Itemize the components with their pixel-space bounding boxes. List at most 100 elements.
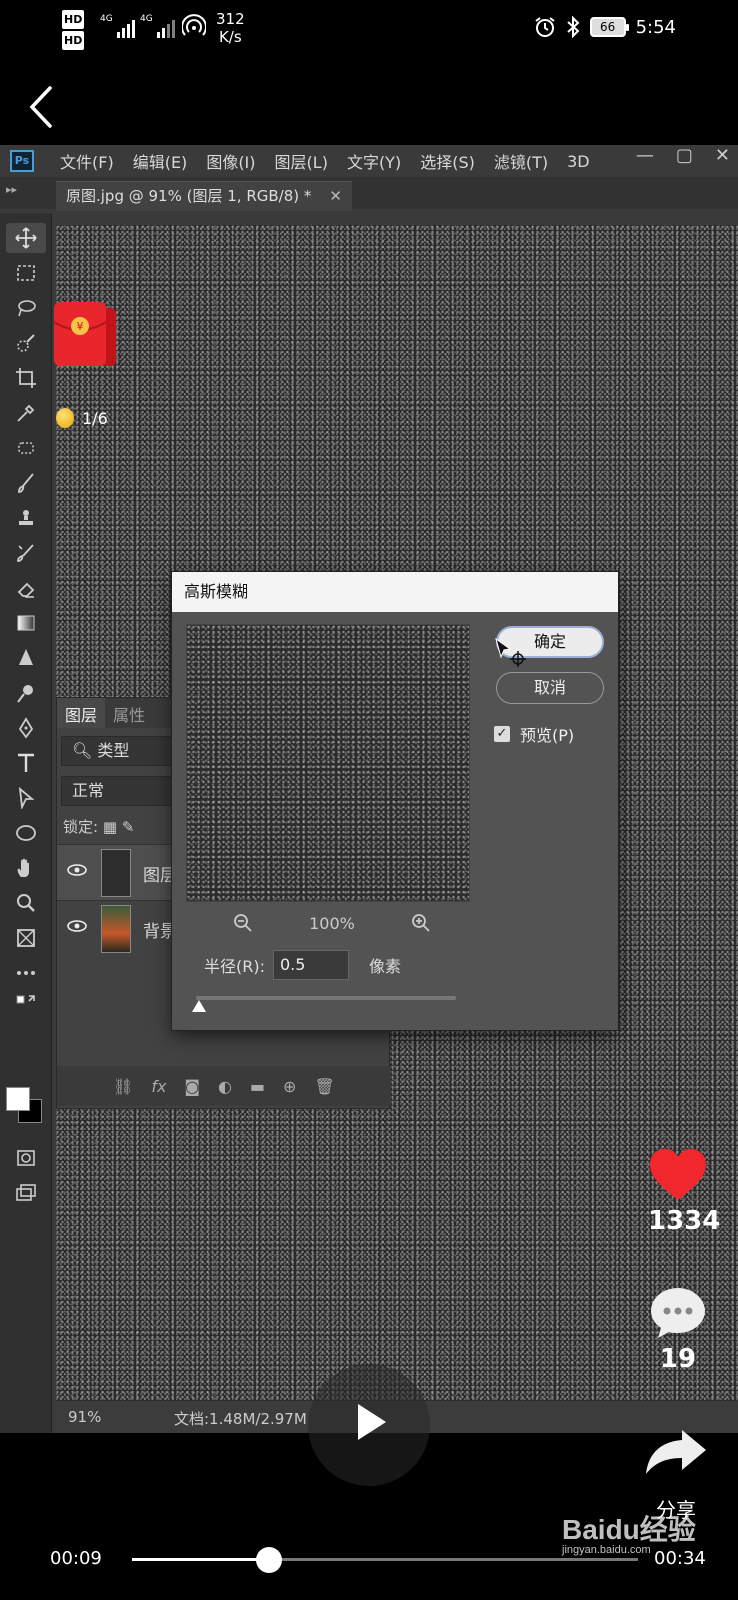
frame-tool-icon[interactable] (6, 923, 46, 953)
healing-brush-tool-icon[interactable] (6, 433, 46, 463)
battery-level: 66 (589, 17, 629, 37)
cancel-button[interactable]: 取消 (496, 672, 604, 704)
preview-checkbox[interactable]: ✓ 预览(P) (494, 722, 574, 746)
radius-slider-track[interactable] (196, 996, 456, 1000)
blend-mode-select[interactable]: 正常 (61, 776, 179, 806)
menu-bar: Ps 文件(F) 编辑(E) 图像(I) 图层(L) 文字(Y) 选择(S) 滤… (0, 145, 738, 177)
network-speed: 312 K/s (216, 10, 245, 46)
progress-track[interactable] (132, 1558, 638, 1561)
watermark-subtext: jingyan.baidu.com (562, 1544, 651, 1556)
menu-file[interactable]: 文件(F) (60, 149, 114, 173)
gold-coin-icon (56, 408, 74, 428)
delete-layer-icon[interactable]: 🗑︎ (314, 1077, 334, 1096)
checkbox-check-icon: ✓ (494, 726, 510, 742)
menu-edit[interactable]: 编辑(E) (133, 149, 188, 173)
doc-size: 文档:1.48M/2.97M (174, 1410, 307, 1428)
signal-2-icon: 4G (140, 14, 175, 38)
menu-3d[interactable]: 3D (567, 152, 590, 171)
lasso-tool-icon[interactable] (6, 293, 46, 323)
path-selection-tool-icon[interactable] (6, 783, 46, 813)
hand-tool-icon[interactable] (6, 853, 46, 883)
maximize-icon[interactable]: ▢ (676, 145, 693, 166)
hotspot-icon (182, 14, 206, 36)
mouse-cursor-icon (495, 637, 526, 667)
search-icon: 🔍︎ (72, 741, 93, 760)
quick-selection-tool-icon[interactable] (6, 328, 46, 358)
close-window-icon[interactable]: ✕ (715, 145, 730, 166)
expand-panels-icon[interactable]: ▸▸ (6, 183, 17, 196)
crop-tool-icon[interactable] (6, 363, 46, 393)
visibility-eye-icon[interactable] (67, 919, 87, 933)
ellipse-tool-icon[interactable] (6, 818, 46, 848)
lock-paint-icon[interactable]: ✎ (122, 818, 135, 836)
ps-logo: Ps (10, 150, 34, 172)
heart-icon (650, 1149, 706, 1200)
clock: 5:54 (635, 16, 676, 38)
hd-indicators: HD HD (62, 10, 84, 52)
document-tab-title: 原图.jpg @ 91% (图层 1, RGB/8) * (66, 187, 312, 205)
fx-icon[interactable]: fx (151, 1077, 166, 1096)
visibility-eye-icon[interactable] (67, 863, 87, 877)
speed-unit: K/s (218, 28, 242, 46)
comment-count: 19 (659, 1344, 697, 1374)
new-group-icon[interactable]: ▬ (250, 1077, 265, 1096)
close-tab-icon[interactable]: ✕ (329, 182, 342, 210)
gradient-tool-icon[interactable] (6, 608, 46, 638)
layers-bottom-bar: ⛓ fx ◙ ◐ ▬ ⊕ 🗑︎ (57, 1066, 391, 1106)
radius-input[interactable]: 0.5 (273, 950, 349, 980)
zoom-tool-icon[interactable] (6, 888, 46, 918)
pen-tool-icon[interactable] (6, 713, 46, 743)
tab-layers[interactable]: 图层 (57, 698, 106, 728)
play-button[interactable] (308, 1364, 430, 1486)
zoom-level[interactable]: 91% (68, 1408, 101, 1426)
move-tool-icon[interactable] (6, 223, 46, 253)
comment-button[interactable]: 19 (648, 1286, 708, 1374)
back-icon[interactable] (22, 82, 62, 132)
current-time: 00:09 (50, 1548, 102, 1569)
blur-preview[interactable] (186, 624, 470, 902)
radius-slider-handle[interactable] (192, 1000, 206, 1012)
quick-mask-icon[interactable] (6, 1143, 46, 1173)
baidu-watermark: Baidu经验 jingyan.baidu.com (562, 1508, 696, 1556)
layer-thumbnail (101, 905, 131, 953)
menu-layer[interactable]: 图层(L) (275, 149, 328, 173)
zoom-out-icon[interactable] (232, 912, 254, 934)
minimize-icon[interactable]: — (636, 145, 654, 166)
swap-colors-icon[interactable] (6, 991, 46, 1015)
eyedropper-tool-icon[interactable] (6, 398, 46, 428)
menu-image[interactable]: 图像(I) (206, 149, 255, 173)
red-packet-icon[interactable]: ¥ (52, 298, 118, 370)
lock-transparent-icon[interactable]: ▦ (103, 818, 117, 836)
new-layer-icon[interactable]: ⊕ (283, 1077, 296, 1096)
like-button[interactable]: 1334 (648, 1148, 721, 1236)
stamp-tool-icon[interactable] (6, 503, 46, 533)
menu-type[interactable]: 文字(Y) (347, 149, 401, 173)
history-brush-tool-icon[interactable] (6, 538, 46, 568)
dodge-tool-icon[interactable] (6, 678, 46, 708)
layer-filter-select[interactable]: 🔍︎ 类型 (61, 736, 185, 766)
menu-filter[interactable]: 滤镜(T) (494, 149, 548, 173)
link-layers-icon[interactable]: ⛓ (113, 1077, 133, 1096)
menu-select[interactable]: 选择(S) (420, 149, 475, 173)
marquee-tool-icon[interactable] (6, 258, 46, 288)
coin-progress[interactable]: 1/6 (56, 408, 108, 428)
share-arrow-icon (646, 1430, 706, 1474)
comment-icon (651, 1288, 705, 1338)
blur-tool-icon[interactable] (6, 643, 46, 673)
alarm-icon (534, 17, 555, 37)
tab-properties[interactable]: 属性 (105, 698, 153, 728)
signal-1-label: 4G (100, 14, 113, 24)
speed-value: 312 (216, 10, 245, 28)
zoom-in-icon[interactable] (410, 912, 432, 934)
document-tab[interactable]: 原图.jpg @ 91% (图层 1, RGB/8) * ✕ (56, 181, 352, 211)
type-tool-icon[interactable] (6, 748, 46, 778)
screen-mode-icon[interactable] (6, 1178, 46, 1208)
like-count: 1334 (648, 1206, 721, 1236)
progress-handle[interactable] (255, 1547, 282, 1573)
foreground-color-swatch[interactable] (6, 1087, 30, 1111)
add-mask-icon[interactable]: ◙ (184, 1077, 200, 1096)
eraser-tool-icon[interactable] (6, 573, 46, 603)
adjustment-layer-icon[interactable]: ◐ (218, 1077, 232, 1096)
brush-tool-icon[interactable] (6, 468, 46, 498)
more-tools-icon[interactable] (6, 958, 46, 988)
